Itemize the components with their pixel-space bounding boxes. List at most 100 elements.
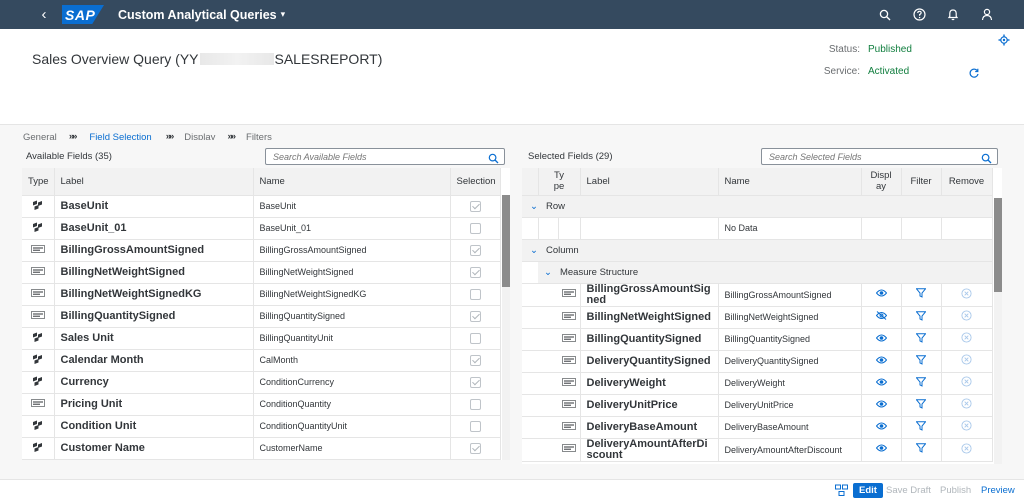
- filter-icon[interactable]: [915, 398, 927, 412]
- remove-icon[interactable]: [961, 376, 972, 390]
- hierarchy-icon[interactable]: [835, 484, 848, 499]
- selection-checkbox[interactable]: [469, 200, 481, 212]
- table-row[interactable]: Currency ConditionCurrency: [22, 371, 501, 394]
- table-row[interactable]: DeliveryAmountAfterDiscount DeliveryAmoun…: [522, 438, 993, 462]
- table-row[interactable]: Calendar Month CalMonth: [22, 349, 501, 372]
- filter-icon[interactable]: [915, 420, 927, 434]
- chevron-down-icon[interactable]: ⌄: [530, 201, 538, 212]
- refresh-icon[interactable]: [968, 66, 980, 84]
- publish-button[interactable]: Publish: [940, 483, 971, 498]
- column-header-display-text: Display: [870, 170, 892, 193]
- table-row[interactable]: Sales Unit BillingQuantityUnit: [22, 327, 501, 350]
- group-row-row[interactable]: ⌄ Row: [522, 195, 993, 218]
- selection-checkbox[interactable]: [469, 244, 481, 256]
- preview-button[interactable]: Preview: [981, 483, 1015, 498]
- field-name: BillingNetWeightSigned: [718, 306, 862, 329]
- column-header-name[interactable]: Name: [718, 168, 862, 196]
- table-row[interactable]: BaseUnit BaseUnit: [22, 195, 501, 218]
- remove-icon[interactable]: [961, 287, 972, 302]
- table-row[interactable]: BillingNetWeightSigned BillingNetWeightSi…: [22, 261, 501, 284]
- app-title-menu[interactable]: Custom Analytical Queries ▾: [118, 8, 285, 22]
- available-fields-search-input[interactable]: [266, 151, 482, 162]
- scrollbar-thumb[interactable]: [994, 198, 1002, 292]
- selection-checkbox[interactable]: [469, 376, 481, 388]
- eye-hidden-icon[interactable]: [875, 311, 887, 323]
- search-icon[interactable]: [878, 8, 892, 22]
- eye-icon[interactable]: [875, 422, 887, 433]
- eye-icon[interactable]: [875, 378, 887, 389]
- table-row[interactable]: DeliveryBaseAmount DeliveryBaseAmount: [522, 416, 993, 439]
- measure-icon: [561, 333, 576, 345]
- table-row[interactable]: BillingQuantitySigned BillingQuantitySign…: [522, 328, 993, 351]
- filter-icon[interactable]: [915, 376, 927, 390]
- table-row[interactable]: Pricing Unit ConditionQuantity: [22, 393, 501, 416]
- chevron-down-icon[interactable]: ⌄: [544, 267, 552, 278]
- column-header-name[interactable]: Name: [253, 168, 451, 196]
- remove-icon[interactable]: [961, 354, 972, 368]
- column-header-filter[interactable]: Filter: [901, 168, 942, 196]
- selection-checkbox[interactable]: [469, 420, 481, 432]
- user-icon[interactable]: [980, 8, 994, 22]
- selection-checkbox[interactable]: [469, 222, 481, 234]
- scrollbar-thumb[interactable]: [502, 195, 510, 287]
- table-row[interactable]: BillingGrossAmountSigned BillingGrossAmou…: [22, 239, 501, 262]
- table-row[interactable]: BillingNetWeightSigned BillingNetWeightSi…: [522, 306, 993, 329]
- column-header-type[interactable]: Type: [22, 168, 55, 196]
- field-label: BillingGrossAmountSigned: [580, 283, 719, 307]
- remove-icon[interactable]: [961, 332, 972, 346]
- filter-icon[interactable]: [915, 288, 927, 301]
- selection-checkbox[interactable]: [469, 398, 481, 410]
- eye-icon[interactable]: [875, 334, 887, 345]
- save-draft-button[interactable]: Save Draft: [886, 483, 931, 498]
- selected-fields-scrollbar[interactable]: [994, 198, 1002, 464]
- selection-checkbox[interactable]: [469, 310, 481, 322]
- selected-fields-search-input[interactable]: [762, 151, 975, 162]
- remove-icon[interactable]: [961, 420, 972, 434]
- table-row[interactable]: DeliveryUnitPrice DeliveryUnitPrice: [522, 394, 993, 417]
- selection-checkbox[interactable]: [469, 288, 481, 300]
- field-name: DeliveryQuantitySigned: [718, 350, 862, 373]
- selection-checkbox[interactable]: [469, 332, 481, 344]
- eye-icon[interactable]: [875, 356, 887, 367]
- eye-icon[interactable]: [875, 444, 887, 455]
- bell-icon[interactable]: [946, 8, 960, 22]
- filter-icon[interactable]: [915, 332, 927, 346]
- sap-logo[interactable]: SAP: [62, 5, 104, 24]
- remove-icon[interactable]: [961, 442, 972, 457]
- chevron-down-icon[interactable]: ⌄: [530, 245, 538, 256]
- remove-icon[interactable]: [961, 310, 972, 324]
- selection-checkbox[interactable]: [469, 354, 481, 366]
- column-header-label[interactable]: Label: [580, 168, 719, 196]
- table-row[interactable]: BillingGrossAmountSigned BillingGrossAmou…: [522, 283, 993, 307]
- eye-icon[interactable]: [875, 289, 887, 300]
- filter-icon[interactable]: [915, 443, 927, 456]
- table-row[interactable]: DeliveryWeight DeliveryWeight: [522, 372, 993, 395]
- column-header-label[interactable]: Label: [54, 168, 254, 196]
- column-header-remove[interactable]: Remove: [941, 168, 993, 196]
- selection-checkbox[interactable]: [469, 266, 481, 278]
- table-row[interactable]: DeliveryQuantitySigned DeliveryQuantitySi…: [522, 350, 993, 373]
- column-header-type[interactable]: Type: [538, 168, 581, 196]
- table-row[interactable]: BillingQuantitySigned BillingQuantitySign…: [22, 305, 501, 328]
- eye-icon[interactable]: [875, 400, 887, 411]
- help-icon[interactable]: [912, 8, 926, 22]
- column-header-display[interactable]: Display: [861, 168, 902, 196]
- back-button[interactable]: ‹: [34, 6, 54, 23]
- remove-icon[interactable]: [961, 398, 972, 412]
- selection-checkbox[interactable]: [469, 442, 481, 454]
- edit-button[interactable]: Edit: [853, 483, 883, 498]
- search-icon[interactable]: [488, 151, 499, 169]
- column-header-selection[interactable]: Selection: [450, 168, 501, 196]
- search-icon[interactable]: [981, 151, 992, 169]
- group-row-column[interactable]: ⌄ Column: [522, 239, 993, 262]
- available-fields-scrollbar[interactable]: [502, 195, 510, 460]
- settings-gear-icon[interactable]: [998, 33, 1010, 51]
- table-row[interactable]: Customer Name CustomerName: [22, 437, 501, 460]
- filter-icon[interactable]: [915, 310, 927, 324]
- table-row[interactable]: Condition Unit ConditionQuantityUnit: [22, 415, 501, 438]
- group-row-measure-structure[interactable]: ⌄ Measure Structure: [522, 261, 993, 284]
- table-row[interactable]: BillingNetWeightSignedKG BillingNetWeight…: [22, 283, 501, 306]
- filter-icon[interactable]: [915, 354, 927, 368]
- table-row[interactable]: BaseUnit_01 BaseUnit_01: [22, 217, 501, 240]
- field-label: BillingNetWeightSignedKG: [54, 283, 254, 306]
